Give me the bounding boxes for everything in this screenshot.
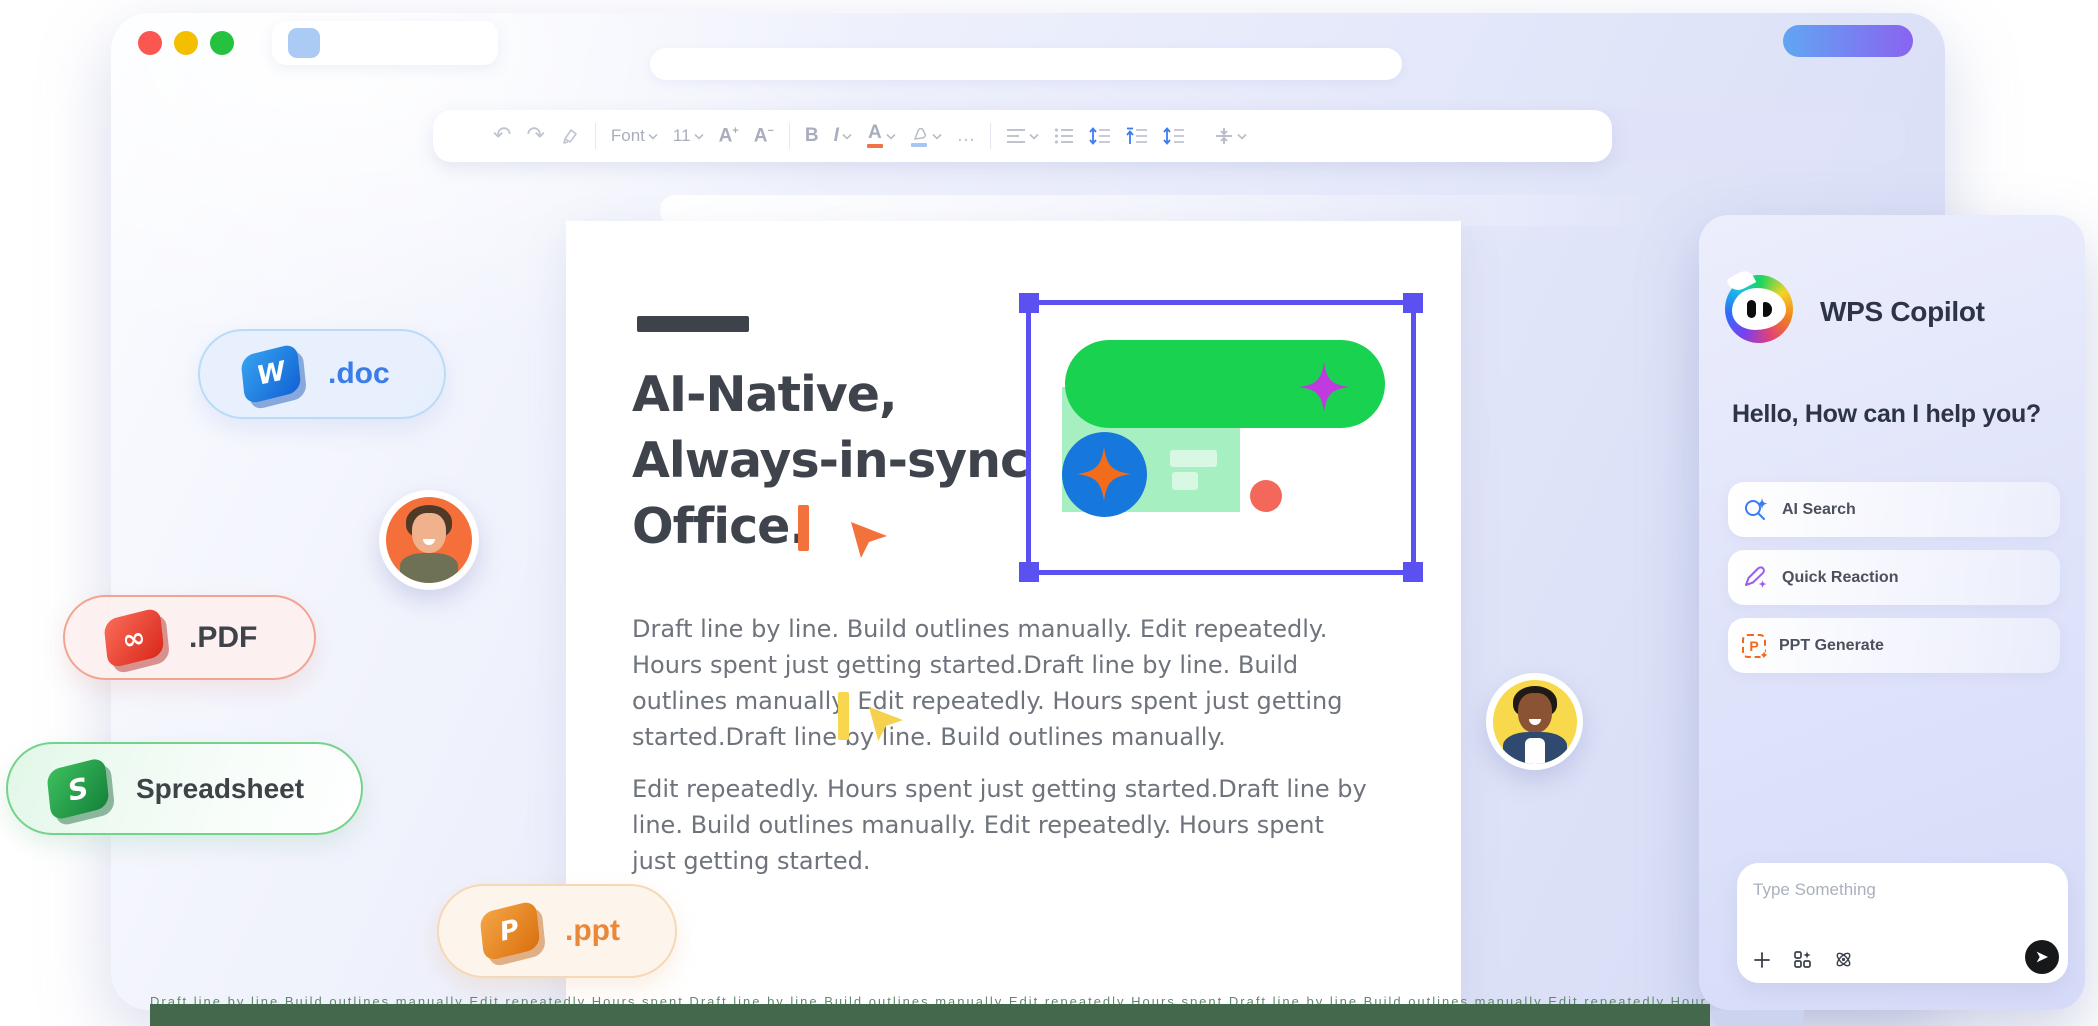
bullet-list-icon[interactable] [1054, 128, 1074, 144]
selection-handle-top-right[interactable] [1403, 293, 1423, 313]
doc-file-icon: W [240, 343, 301, 405]
document-tab[interactable] [272, 21, 498, 65]
format-painter-icon[interactable] [560, 126, 580, 146]
main-window: ↶ ↷ Font 11 A+ A− B I [111, 13, 1945, 1010]
send-button[interactable] [2025, 940, 2059, 974]
title-search-bar[interactable] [650, 48, 1402, 80]
copilot-action-ai-search[interactable]: AI Search [1728, 482, 2060, 537]
increase-font-size-button[interactable]: A+ [719, 125, 739, 147]
font-size-dropdown[interactable]: 11 [673, 126, 704, 146]
coral-dot-shape [1250, 480, 1282, 512]
copilot-greeting: Hello, How can I help you? [1732, 400, 2041, 429]
copilot-panel: WPS Copilot Hello, How can I help you? A… [1699, 215, 2085, 1010]
document-paragraph-2: Edit repeatedly. Hours spent just gettin… [632, 771, 1374, 879]
spreadsheet-file-badge: S Spreadsheet [6, 742, 363, 835]
copilot-title: WPS Copilot [1820, 296, 1985, 328]
pdf-file-icon: ∞ [103, 606, 164, 668]
collaborator-avatar-2 [1486, 673, 1583, 770]
toolbar-divider [595, 123, 596, 149]
pdf-badge-label: .PDF [189, 621, 257, 655]
copilot-logo-icon [1725, 275, 1793, 343]
text-cursor-orange [798, 505, 809, 551]
account-gradient-button[interactable] [1783, 25, 1913, 57]
ppt-file-badge: P .ppt [437, 884, 677, 978]
collaborator-avatar-1 [379, 490, 479, 590]
font-family-dropdown[interactable]: Font [611, 126, 658, 146]
magenta-sparkle-icon [1299, 362, 1349, 412]
ppt-generate-icon: P [1742, 634, 1766, 658]
selected-image-object[interactable] [1026, 300, 1416, 575]
line-height-icon[interactable] [1163, 127, 1185, 145]
quick-reaction-icon [1742, 564, 1769, 591]
align-dropdown[interactable] [1006, 128, 1039, 144]
ppt-file-icon: P [479, 900, 540, 962]
clipped-spreadsheet-bar [150, 1004, 1710, 1026]
selection-handle-bottom-right[interactable] [1403, 562, 1423, 582]
zoom-button[interactable] [210, 31, 234, 55]
toolbar-divider [990, 123, 991, 149]
more-options-button[interactable]: … [957, 127, 975, 145]
minimize-button[interactable] [174, 31, 198, 55]
doc-badge-label: .doc [328, 357, 390, 391]
ai-search-icon [1742, 496, 1769, 523]
collaborator-cursor-orange-icon [847, 518, 889, 560]
undo-icon[interactable]: ↶ [493, 125, 511, 147]
add-attachment-icon[interactable] [1753, 951, 1771, 969]
text-cursor-yellow [838, 692, 849, 740]
toolbar-divider [789, 123, 790, 149]
redo-icon[interactable]: ↷ [526, 125, 544, 147]
ppt-badge-label: .ppt [565, 914, 620, 948]
highlight-color-dropdown[interactable] [911, 126, 942, 147]
collaborator-cursor-yellow-icon [865, 703, 905, 743]
spreadsheet-badge-label: Spreadsheet [136, 773, 304, 805]
heading-kicker-bar [637, 316, 749, 332]
clipped-window-edge [1712, 1010, 1804, 1026]
apps-sparkle-icon[interactable] [1793, 950, 1812, 969]
document-tab-icon [288, 28, 320, 58]
copilot-text-input[interactable] [1753, 875, 2043, 905]
selection-handle-bottom-left[interactable] [1019, 562, 1039, 582]
pdf-file-badge: ∞ .PDF [63, 595, 316, 680]
copilot-action-ppt-generate[interactable]: P PPT Generate [1728, 618, 2060, 673]
close-button[interactable] [138, 31, 162, 55]
bold-button[interactable]: B [805, 125, 819, 147]
atom-model-icon[interactable] [1834, 950, 1853, 969]
paragraph-spacing-icon[interactable] [1126, 127, 1148, 145]
decrease-font-size-button[interactable]: A− [754, 125, 774, 147]
page: ↶ ↷ Font 11 A+ A− B I [0, 0, 2098, 1026]
selection-handle-top-left[interactable] [1019, 293, 1039, 313]
placeholder-bar-2 [1172, 472, 1198, 490]
copilot-input-card [1737, 863, 2068, 983]
doc-file-badge: W .doc [198, 329, 446, 419]
placeholder-bar-1 [1170, 450, 1217, 467]
font-color-dropdown[interactable]: A [867, 124, 896, 148]
spreadsheet-file-icon: S [46, 756, 109, 821]
vertical-align-dropdown[interactable] [1214, 127, 1247, 145]
italic-dropdown[interactable]: I [834, 125, 852, 147]
document-paragraph-1: Draft line by line. Build outlines manua… [632, 611, 1374, 755]
line-spacing-increase-icon[interactable] [1089, 127, 1111, 145]
copilot-action-quick-reaction[interactable]: Quick Reaction [1728, 550, 2060, 605]
orange-sparkle-icon [1077, 447, 1131, 501]
formatting-toolbar: ↶ ↷ Font 11 A+ A− B I [433, 110, 1612, 162]
